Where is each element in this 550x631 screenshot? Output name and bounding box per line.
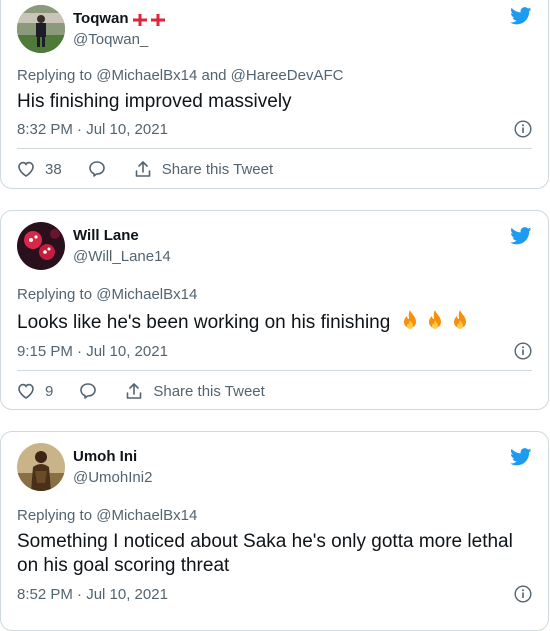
reply-button[interactable] [79, 382, 97, 400]
share-icon [127, 383, 142, 399]
heart-icon [18, 161, 34, 177]
share-button[interactable]: Share this Tweet [134, 160, 273, 178]
tweet-timestamp[interactable]: 9:15 PM · Jul 10, 2021 [17, 343, 168, 360]
divider [17, 370, 532, 371]
replying-mentions[interactable]: @MichaelBx14 [96, 507, 197, 524]
england-flag-icon [132, 13, 147, 26]
twitter-bird-icon[interactable] [510, 7, 532, 25]
user-handle[interactable]: @Toqwan_ [73, 30, 165, 49]
tweet-text: Looks like he's been working on his fini… [17, 309, 532, 335]
user-handle[interactable]: @Will_Lane14 [73, 247, 171, 266]
avatar[interactable] [17, 5, 65, 53]
like-button[interactable]: 9 [17, 383, 53, 400]
tweet-card[interactable]: Umoh Ini @UmohIni2 Replying to @MichaelB… [0, 431, 549, 631]
tweet-text: Something I noticed about Saka he's only… [17, 531, 513, 576]
tweet-header: Toqwan @Toqwan_ [17, 5, 165, 53]
heart-icon [18, 383, 34, 399]
display-name[interactable]: Will Lane [73, 226, 139, 245]
tweet-header: Umoh Ini @UmohIni2 [17, 443, 152, 491]
like-count: 9 [45, 382, 54, 400]
info-icon[interactable] [514, 120, 532, 138]
divider [17, 148, 532, 149]
england-flag-icon [150, 13, 165, 26]
fire-icon [428, 310, 441, 329]
replying-prefix: Replying to [17, 286, 97, 303]
avatar[interactable] [17, 222, 65, 270]
tweet-timestamp[interactable]: 8:52 PM · Jul 10, 2021 [17, 586, 168, 603]
tweet-text: His finishing improved massively [17, 91, 292, 112]
tweet-header: Will Lane @Will_Lane14 [17, 222, 171, 270]
avatar[interactable] [17, 443, 65, 491]
tweet-timestamp[interactable]: 8:32 PM · Jul 10, 2021 [17, 121, 168, 138]
replying-to: Replying to @MichaelBx14 [17, 286, 197, 303]
replying-mentions[interactable]: @MichaelBx14 [96, 286, 197, 303]
tweet-card[interactable]: Will Lane @Will_Lane14 Replying to @Mich… [0, 210, 549, 410]
tweet-text-content: Looks like he's been working on his fini… [17, 312, 391, 333]
tweet-card[interactable]: Toqwan @Toqwan_ Replying to @MichaelBx14… [0, 0, 549, 189]
info-icon[interactable] [514, 585, 532, 603]
fire-icon [453, 310, 466, 329]
user-handle[interactable]: @UmohIni2 [73, 468, 152, 487]
reply-button[interactable] [88, 160, 106, 178]
share-icon [135, 161, 150, 177]
share-label: Share this Tweet [161, 160, 274, 178]
replying-to: Replying to @MichaelBx14 and @HareeDevAF… [17, 67, 343, 84]
reply-bubble-icon [80, 383, 97, 399]
like-count: 38 [45, 160, 62, 178]
reply-bubble-icon [88, 161, 105, 177]
share-label: Share this Tweet [153, 382, 265, 400]
share-button[interactable]: Share this Tweet [125, 382, 265, 400]
replying-mentions[interactable]: @MichaelBx14 and @HareeDevAFC [96, 67, 343, 84]
display-name[interactable]: Umoh Ini [73, 447, 137, 466]
replying-prefix: Replying to [17, 67, 97, 84]
fire-icon [403, 310, 416, 329]
replying-prefix: Replying to [17, 507, 97, 524]
twitter-bird-icon[interactable] [510, 448, 532, 466]
twitter-bird-icon[interactable] [510, 227, 532, 245]
info-icon[interactable] [514, 342, 532, 360]
display-name[interactable]: Toqwan [73, 9, 129, 28]
like-button[interactable]: 38 [17, 161, 62, 178]
replying-to: Replying to @MichaelBx14 [17, 507, 197, 524]
